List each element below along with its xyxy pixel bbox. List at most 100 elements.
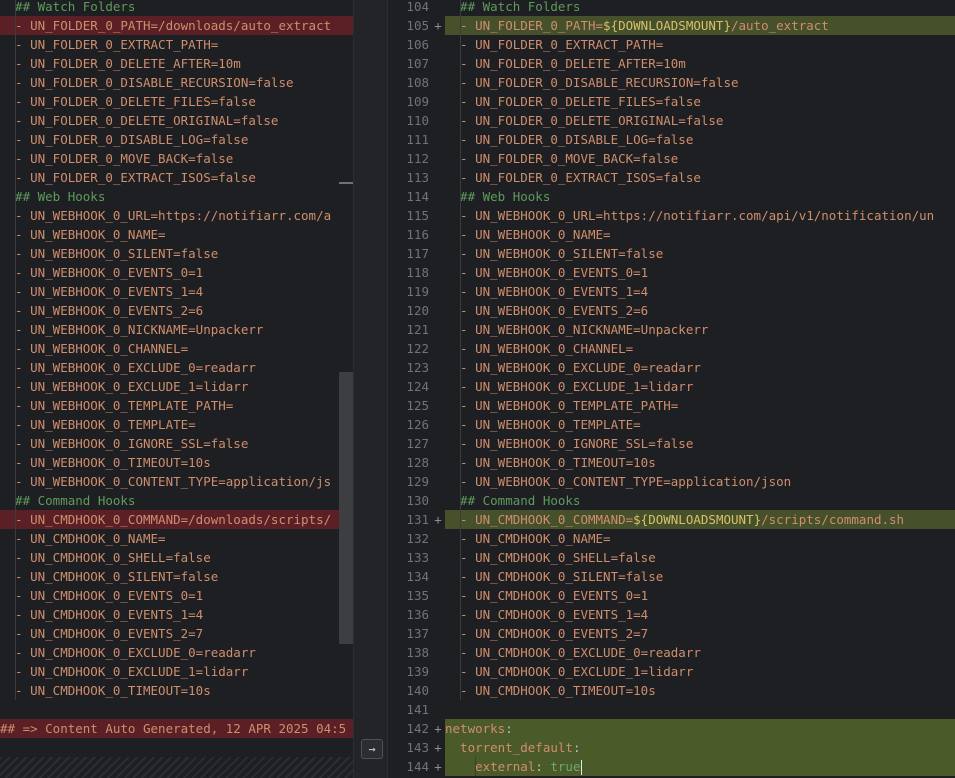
code-line[interactable]: 143 + torrent_default:	[388, 738, 955, 757]
code-line[interactable]: 137 - UN_CMDHOOK_0_EVENTS_2=7	[388, 624, 955, 643]
line-number: 142	[406, 721, 429, 736]
code-line[interactable]: 112 - UN_FOLDER_0_MOVE_BACK=false	[388, 149, 955, 168]
code-line[interactable]: 141	[388, 700, 955, 719]
code-line[interactable]: 136 - UN_CMDHOOK_0_EVENTS_1=4	[388, 605, 955, 624]
code-line[interactable]: - UN_WEBHOOK_0_NICKNAME=Unpackerr	[0, 320, 353, 339]
code-line[interactable]: 108 - UN_FOLDER_0_DISABLE_RECURSION=fals…	[388, 73, 955, 92]
code-line[interactable]	[0, 700, 353, 719]
code-line[interactable]: 104 ## Watch Folders	[388, 0, 955, 16]
code-line[interactable]: - UN_CMDHOOK_0_SILENT=false	[0, 567, 353, 586]
code-line[interactable]: 139 - UN_CMDHOOK_0_EXCLUDE_1=lidarr	[388, 662, 955, 681]
code-line[interactable]: 115 - UN_WEBHOOK_0_URL=https://notifiarr…	[388, 206, 955, 225]
code-line[interactable]: 132 - UN_CMDHOOK_0_NAME=	[388, 529, 955, 548]
vertical-scrollbar-thumb[interactable]	[339, 372, 353, 644]
code-line[interactable]: - UN_WEBHOOK_0_TEMPLATE=	[0, 415, 353, 434]
code-line[interactable]: 125 - UN_WEBHOOK_0_TEMPLATE_PATH=	[388, 396, 955, 415]
code-line[interactable]: ## => Content Auto Generated, 12 APR 202…	[0, 719, 353, 738]
line-number: 110	[406, 113, 429, 128]
code-line[interactable]: 113 - UN_FOLDER_0_EXTRACT_ISOS=false	[388, 168, 955, 187]
code-line[interactable]: 114 ## Web Hooks	[388, 187, 955, 206]
code-line[interactable]: 124 - UN_WEBHOOK_0_EXCLUDE_1=lidarr	[388, 377, 955, 396]
code-line[interactable]: 142 + networks:	[388, 719, 955, 738]
code-line[interactable]: - UN_WEBHOOK_0_EVENTS_0=1	[0, 263, 353, 282]
code-line[interactable]: 111 - UN_FOLDER_0_DISABLE_LOG=false	[388, 130, 955, 149]
code-line[interactable]: - UN_WEBHOOK_0_SILENT=false	[0, 244, 353, 263]
code-line[interactable]: - UN_WEBHOOK_0_EXCLUDE_1=lidarr	[0, 377, 353, 396]
code-line[interactable]: - UN_CMDHOOK_0_EVENTS_0=1	[0, 586, 353, 605]
code-line[interactable]: 130 ## Command Hooks	[388, 491, 955, 510]
code-token: - UN_FOLDER_0_MOVE_BACK=false	[445, 151, 679, 166]
code-line[interactable]: - UN_WEBHOOK_0_TEMPLATE_PATH=	[0, 396, 353, 415]
code-line[interactable]: 134 - UN_CMDHOOK_0_SILENT=false	[388, 567, 955, 586]
code-line[interactable]: 127 - UN_WEBHOOK_0_IGNORE_SSL=false	[388, 434, 955, 453]
code-line[interactable]: 140 - UN_CMDHOOK_0_TIMEOUT=10s	[388, 681, 955, 700]
code-line[interactable]: - UN_WEBHOOK_0_CONTENT_TYPE=application/…	[0, 472, 353, 491]
section-comment-line[interactable]: ## Web Hooks	[0, 187, 353, 206]
code-line[interactable]: 110 - UN_FOLDER_0_DELETE_ORIGINAL=false	[388, 111, 955, 130]
code-line[interactable]: 105 + - UN_FOLDER_0_PATH=${DOWNLOADSMOUNT…	[388, 16, 955, 35]
code-line[interactable]: - UN_FOLDER_0_DELETE_ORIGINAL=false	[0, 111, 353, 130]
code-line[interactable]: - UN_WEBHOOK_0_CHANNEL=	[0, 339, 353, 358]
line-number-gutter: 130	[388, 491, 445, 510]
code-token: - UN_WEBHOOK_0_EXCLUDE_0=readarr	[445, 360, 701, 375]
left-diff-pane[interactable]: ## Watch Folders - UN_FOLDER_0_PATH=/dow…	[0, 0, 353, 778]
line-code: - UN_FOLDER_0_DELETE_FILES=false	[445, 92, 701, 111]
code-line[interactable]: 116 - UN_WEBHOOK_0_NAME=	[388, 225, 955, 244]
code-line[interactable]: 109 - UN_FOLDER_0_DELETE_FILES=false	[388, 92, 955, 111]
code-line[interactable]: 120 - UN_WEBHOOK_0_EVENTS_2=6	[388, 301, 955, 320]
code-line[interactable]: 119 - UN_WEBHOOK_0_EVENTS_1=4	[388, 282, 955, 301]
code-line[interactable]: - UN_FOLDER_0_PATH=/downloads/auto_extra…	[0, 16, 353, 35]
apply-change-arrow-icon[interactable]: →	[361, 739, 383, 759]
code-line[interactable]: 122 - UN_WEBHOOK_0_CHANNEL=	[388, 339, 955, 358]
code-line[interactable]: 123 - UN_WEBHOOK_0_EXCLUDE_0=readarr	[388, 358, 955, 377]
code-line[interactable]: - UN_WEBHOOK_0_TIMEOUT=10s	[0, 453, 353, 472]
code-line[interactable]: - UN_WEBHOOK_0_IGNORE_SSL=false	[0, 434, 353, 453]
code-line[interactable]: - UN_FOLDER_0_DISABLE_LOG=false	[0, 130, 353, 149]
code-line[interactable]: - UN_FOLDER_0_MOVE_BACK=false	[0, 149, 353, 168]
code-line[interactable]: 135 - UN_CMDHOOK_0_EVENTS_0=1	[388, 586, 955, 605]
code-line[interactable]: 138 - UN_CMDHOOK_0_EXCLUDE_0=readarr	[388, 643, 955, 662]
code-line[interactable]: 128 - UN_WEBHOOK_0_TIMEOUT=10s	[388, 453, 955, 472]
code-token: - UN_WEBHOOK_0_TEMPLATE_PATH=	[445, 398, 679, 413]
code-line[interactable]: - UN_CMDHOOK_0_SHELL=false	[0, 548, 353, 567]
code-line[interactable]: 129 - UN_WEBHOOK_0_CONTENT_TYPE=applicat…	[388, 472, 955, 491]
line-text: ## Command Hooks	[0, 493, 136, 508]
line-text: - UN_WEBHOOK_0_EVENTS_1=4	[0, 284, 204, 299]
code-line[interactable]: - UN_CMDHOOK_0_EVENTS_2=7	[0, 624, 353, 643]
code-line[interactable]: 144 + external: true	[388, 757, 955, 776]
code-line[interactable]: - UN_FOLDER_0_DELETE_FILES=false	[0, 92, 353, 111]
right-diff-pane[interactable]: 104 ## Watch Folders 105 + - UN_FOLDER_0_P…	[388, 0, 955, 778]
code-line[interactable]: - UN_CMDHOOK_0_EXCLUDE_0=readarr	[0, 643, 353, 662]
code-line[interactable]: 118 - UN_WEBHOOK_0_EVENTS_0=1	[388, 263, 955, 282]
section-comment-line[interactable]: ## Watch Folders	[0, 0, 353, 16]
code-line[interactable]: 107 - UN_FOLDER_0_DELETE_AFTER=10m	[388, 54, 955, 73]
line-text: - UN_WEBHOOK_0_NICKNAME=Unpackerr	[0, 322, 264, 337]
code-token: - UN_WEBHOOK_0_NAME=	[445, 227, 611, 242]
code-line[interactable]: - UN_FOLDER_0_EXTRACT_PATH=	[0, 35, 353, 54]
code-line[interactable]: 121 - UN_WEBHOOK_0_NICKNAME=Unpackerr	[388, 320, 955, 339]
line-number: 120	[406, 303, 429, 318]
code-line[interactable]: - UN_CMDHOOK_0_TIMEOUT=10s	[0, 681, 353, 700]
line-text: - UN_CMDHOOK_0_SHELL=false	[0, 550, 211, 565]
code-line[interactable]: - UN_CMDHOOK_0_EXCLUDE_1=lidarr	[0, 662, 353, 681]
code-line[interactable]: - UN_WEBHOOK_0_EXCLUDE_0=readarr	[0, 358, 353, 377]
diff-filler-hatch	[0, 757, 353, 778]
code-line[interactable]: 126 - UN_WEBHOOK_0_TEMPLATE=	[388, 415, 955, 434]
code-line[interactable]: - UN_WEBHOOK_0_EVENTS_1=4	[0, 282, 353, 301]
code-line[interactable]: - UN_FOLDER_0_EXTRACT_ISOS=false	[0, 168, 353, 187]
code-line[interactable]: 133 - UN_CMDHOOK_0_SHELL=false	[388, 548, 955, 567]
code-line[interactable]: 117 - UN_WEBHOOK_0_SILENT=false	[388, 244, 955, 263]
section-comment-line[interactable]: ## Command Hooks	[0, 491, 353, 510]
code-line[interactable]: - UN_CMDHOOK_0_NAME=	[0, 529, 353, 548]
variable-token: ${DOWNLOADSMOUNT}	[633, 512, 762, 527]
code-line[interactable]: - UN_CMDHOOK_0_EVENTS_1=4	[0, 605, 353, 624]
code-line[interactable]: - UN_FOLDER_0_DELETE_AFTER=10m	[0, 54, 353, 73]
code-line[interactable]: - UN_FOLDER_0_DISABLE_RECURSION=false	[0, 73, 353, 92]
code-line[interactable]: - UN_CMDHOOK_0_COMMAND=/downloads/script…	[0, 510, 353, 529]
code-line[interactable]: 106 - UN_FOLDER_0_EXTRACT_PATH=	[388, 35, 955, 54]
code-line[interactable]: - UN_WEBHOOK_0_URL=https://notifiarr.com…	[0, 206, 353, 225]
code-line[interactable]: - UN_WEBHOOK_0_EVENTS_2=6	[0, 301, 353, 320]
code-line[interactable]: - UN_WEBHOOK_0_NAME=	[0, 225, 353, 244]
code-line[interactable]: 131 + - UN_CMDHOOK_0_COMMAND=${DOWNLOADSM…	[388, 510, 955, 529]
line-number: 138	[406, 645, 429, 660]
